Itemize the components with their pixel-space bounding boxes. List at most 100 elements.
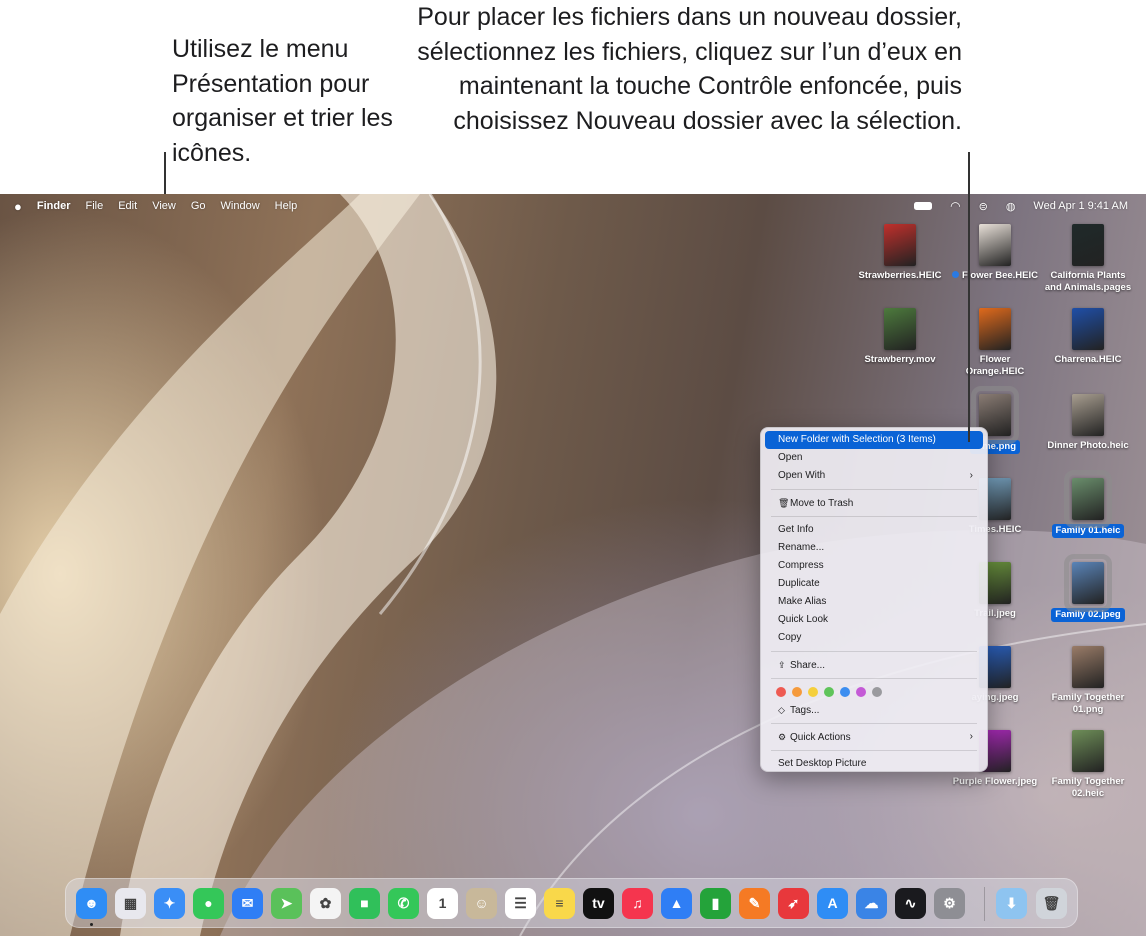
desktop-file-icon[interactable]: California Plants and Animals.pages <box>1043 224 1133 294</box>
desktop-file-icon[interactable]: Flower Orange.HEIC <box>950 308 1040 378</box>
file-label: Dinner Photo.heic <box>1047 440 1129 451</box>
quick-actions-item[interactable]: ⚙ Quick Actions › <box>765 728 983 746</box>
file-thumbnail <box>1064 554 1112 612</box>
set-desktop-picture-item[interactable]: Set Desktop Picture <box>765 755 983 773</box>
share-item[interactable]: ⇪ Share... <box>765 656 983 674</box>
menu-bar: ● Finder File Edit View Go Window Help ◠… <box>0 194 1146 218</box>
menu-separator <box>771 489 977 490</box>
reminders-icon[interactable]: ☰ <box>505 888 536 919</box>
tags-item[interactable]: ◇ Tags... <box>765 701 983 719</box>
menu-separator <box>771 750 977 751</box>
file-label: Charrena.HEIC <box>1054 354 1122 365</box>
file-label: California Plants and Animals.pages <box>1044 270 1132 293</box>
desktop-file-icon[interactable]: Strawberry.mov <box>855 308 945 366</box>
tag-color-dot[interactable] <box>872 687 882 697</box>
compress-item[interactable]: Compress <box>765 557 983 575</box>
calendar-icon[interactable]: 1 <box>427 888 458 919</box>
menu-edit[interactable]: Edit <box>118 200 137 212</box>
battery-icon[interactable] <box>914 202 933 210</box>
tv-icon[interactable]: tv <box>583 888 614 919</box>
tag-color-dot[interactable] <box>776 687 786 697</box>
share-label: Share... <box>790 660 826 671</box>
maps-icon[interactable]: ➤ <box>271 888 302 919</box>
tag-icon: ◇ <box>778 705 785 715</box>
control-center-icon[interactable]: ⊜ <box>979 200 988 213</box>
get-info-item[interactable]: Get Info <box>765 521 983 539</box>
gear-icon: ⚙ <box>778 732 787 742</box>
quick-actions-label: Quick Actions <box>790 732 851 743</box>
desktop-file-icon[interactable]: Family 02.jpeg <box>1043 554 1133 622</box>
numbers-icon[interactable]: ▮ <box>700 888 731 919</box>
photos-icon[interactable]: ✿ <box>310 888 341 919</box>
menu-finder[interactable]: Finder <box>37 200 71 212</box>
share-icon: ⇪ <box>778 660 786 670</box>
make-alias-item[interactable]: Make Alias <box>765 593 983 611</box>
wifi-icon[interactable]: ◠ <box>950 199 960 213</box>
trash-icon[interactable]: 🗑 <box>1036 888 1067 919</box>
tag-color-dot[interactable] <box>824 687 834 697</box>
open-with-item[interactable]: Open With › <box>765 467 983 485</box>
desktop-file-icon[interactable]: Flower Bee.HEIC <box>950 224 1040 282</box>
move-to-trash-item[interactable]: 🗑Move to Trash <box>765 494 983 512</box>
tag-color-dot[interactable] <box>840 687 850 697</box>
apple-menu-icon[interactable]: ● <box>14 199 22 214</box>
settings-icon[interactable]: ⚙ <box>934 888 965 919</box>
safari-icon[interactable]: ✦ <box>154 888 185 919</box>
menu-window[interactable]: Window <box>221 200 260 212</box>
new-folder-with-selection-item[interactable]: New Folder with Selection (3 Items) <box>765 431 983 449</box>
open-item[interactable]: Open <box>765 449 983 467</box>
quick-look-item[interactable]: Quick Look <box>765 611 983 629</box>
downloads-folder-icon[interactable]: ⬇ <box>996 888 1027 919</box>
activity-monitor-icon[interactable]: ∿ <box>895 888 926 919</box>
messages-icon[interactable]: ● <box>193 888 224 919</box>
chevron-right-icon: › <box>969 731 973 742</box>
menu-separator <box>771 651 977 652</box>
desktop-file-icon[interactable]: Family Together 02.heic <box>1043 730 1133 800</box>
menu-separator <box>771 723 977 724</box>
file-thumbnail <box>979 308 1011 350</box>
callout-view-menu: Utilisez le menu Présentation pour organ… <box>172 35 393 167</box>
notes-icon[interactable]: ≡ <box>544 888 575 919</box>
mail-icon[interactable]: ✉ <box>232 888 263 919</box>
tags-label: Tags... <box>790 705 820 716</box>
rename-item[interactable]: Rename... <box>765 539 983 557</box>
desktop-file-icon[interactable]: Family Together 01.png <box>1043 646 1133 716</box>
menu-help[interactable]: Help <box>275 200 298 212</box>
file-label: Family 02.jpeg <box>1051 608 1125 622</box>
siri-icon[interactable]: ◍ <box>1006 200 1016 213</box>
music-icon[interactable]: ♫ <box>622 888 653 919</box>
file-label: Family 01.heic <box>1051 524 1125 538</box>
file-thumbnail <box>1072 394 1104 436</box>
file-label: Flower Bee.HEIC <box>961 270 1039 281</box>
desktop-file-icon[interactable]: Family 01.heic <box>1043 470 1133 538</box>
desktop-file-icon[interactable]: Dinner Photo.heic <box>1043 394 1133 452</box>
menu-go[interactable]: Go <box>191 200 206 212</box>
app-store-icon[interactable]: A <box>817 888 848 919</box>
phone-icon[interactable]: ✆ <box>388 888 419 919</box>
file-thumbnail <box>1072 308 1104 350</box>
contacts-icon[interactable]: ☺ <box>466 888 497 919</box>
tag-color-dot[interactable] <box>856 687 866 697</box>
rocket-icon[interactable]: ➶ <box>778 888 809 919</box>
facetime-icon[interactable]: ■ <box>349 888 380 919</box>
file-label: Strawberry.mov <box>864 354 936 365</box>
menu-view[interactable]: View <box>152 200 176 212</box>
finder-icon[interactable]: ☻ <box>76 888 107 919</box>
running-indicator <box>90 923 93 926</box>
pages-icon[interactable]: ✎ <box>739 888 770 919</box>
weather-icon[interactable]: ☁ <box>856 888 887 919</box>
menu-file[interactable]: File <box>85 200 103 212</box>
launchpad-icon[interactable]: ▦ <box>115 888 146 919</box>
leader-line-left <box>164 152 166 196</box>
menu-clock[interactable]: Wed Apr 1 9:41 AM <box>1033 200 1128 212</box>
keynote-icon[interactable]: ▲ <box>661 888 692 919</box>
file-label: Flower Orange.HEIC <box>965 354 1025 377</box>
copy-item[interactable]: Copy <box>765 629 983 647</box>
desktop-file-icon[interactable]: Charrena.HEIC <box>1043 308 1133 366</box>
file-label: Family Together 02.heic <box>1051 776 1125 799</box>
open-with-label: Open With <box>778 470 826 481</box>
desktop-file-icon[interactable]: Strawberries.HEIC <box>855 224 945 282</box>
duplicate-item[interactable]: Duplicate <box>765 575 983 593</box>
tag-color-dot[interactable] <box>808 687 818 697</box>
tag-color-dot[interactable] <box>792 687 802 697</box>
